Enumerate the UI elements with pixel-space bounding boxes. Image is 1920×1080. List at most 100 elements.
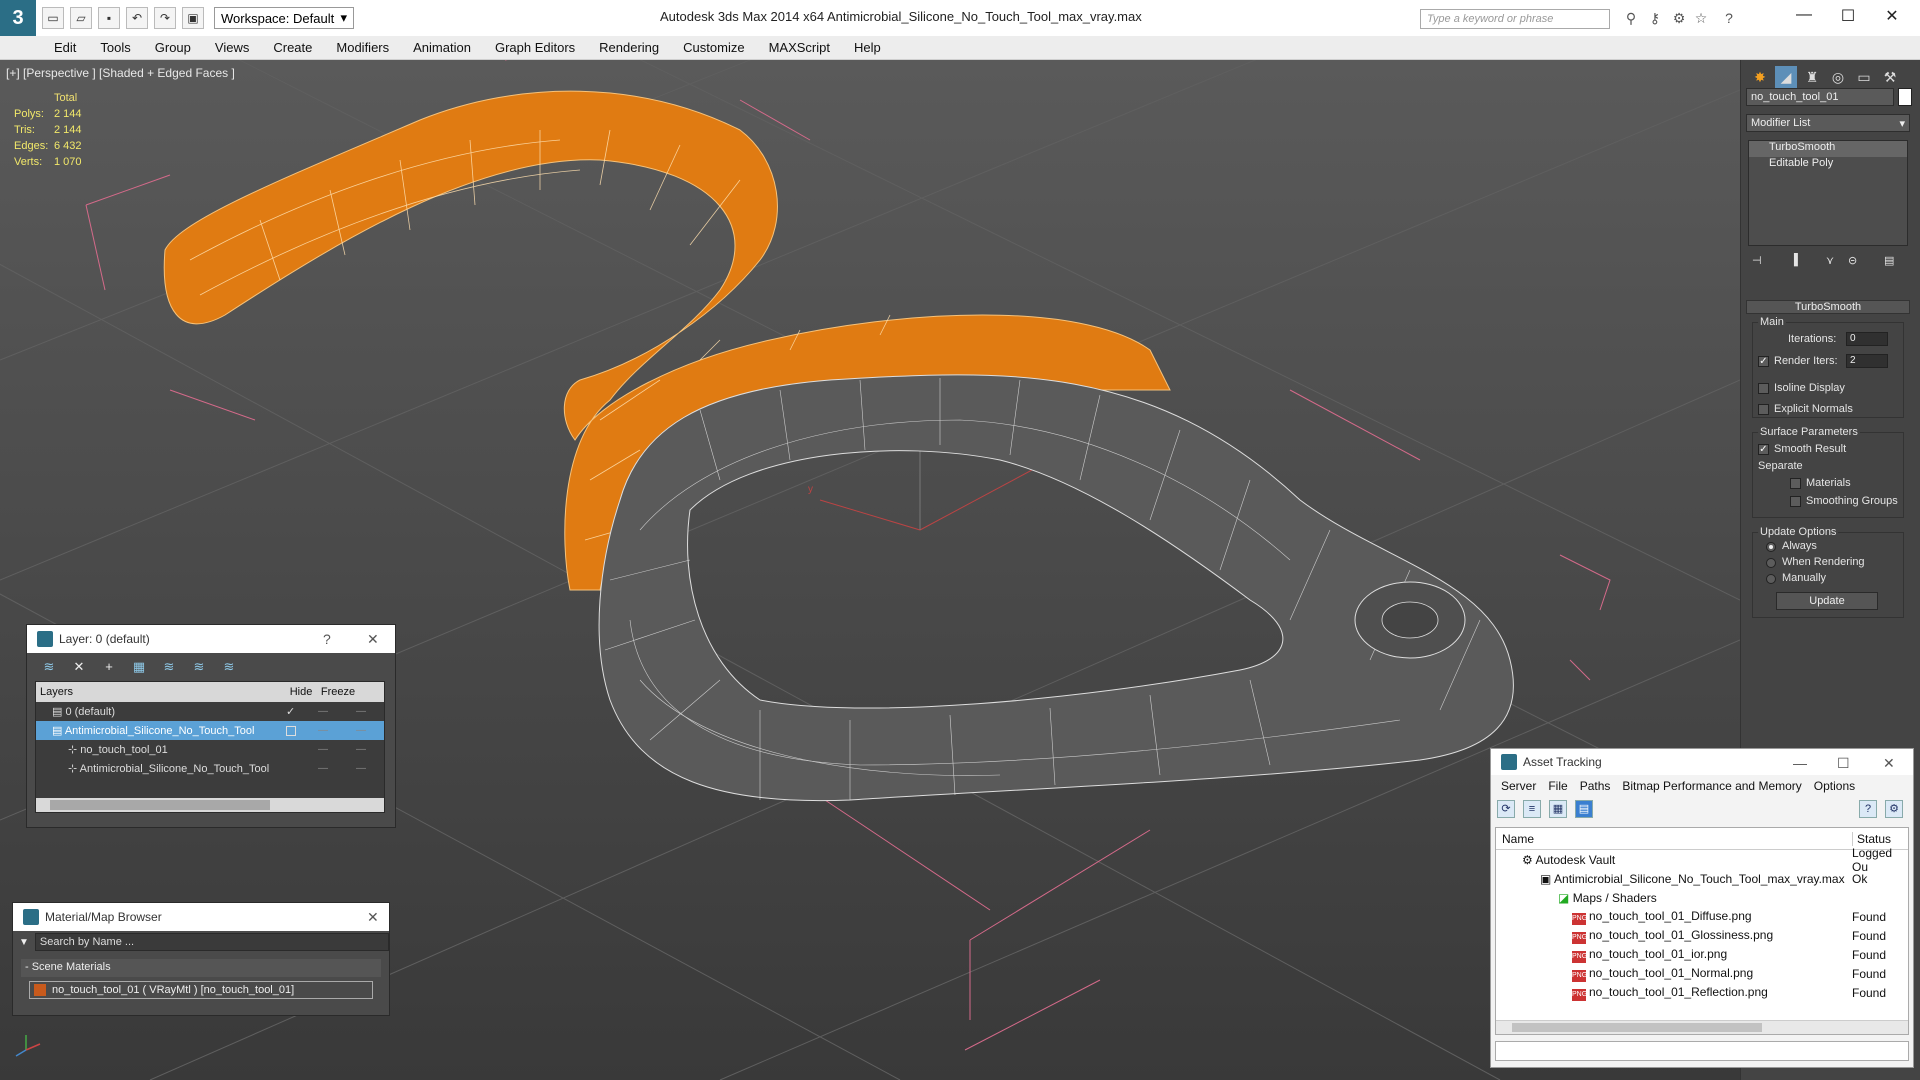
- close-button[interactable]: ✕: [1870, 6, 1914, 28]
- asset-row[interactable]: PNG no_touch_tool_01_Reflection.png Found: [1496, 983, 1908, 1002]
- modifier-list-dropdown[interactable]: Modifier List ▾: [1746, 114, 1910, 132]
- close-icon[interactable]: ✕: [367, 631, 379, 648]
- configure-sets-icon[interactable]: ▤: [1884, 254, 1894, 267]
- key-icon[interactable]: ⚷: [1646, 10, 1664, 28]
- horizontal-scrollbar[interactable]: [36, 798, 384, 812]
- hide-toggle[interactable]: —: [318, 706, 328, 717]
- menu-graph-editors[interactable]: Graph Editors: [495, 40, 575, 55]
- asset-tracking-titlebar[interactable]: Asset Tracking — ☐ ✕: [1491, 749, 1913, 775]
- material-search-input[interactable]: Search by Name ...: [34, 933, 389, 951]
- asset-menu-bitmap[interactable]: Bitmap Performance and Memory: [1622, 779, 1801, 793]
- asset-row[interactable]: ▣ Antimicrobial_Silicone_No_Touch_Tool_m…: [1496, 869, 1908, 888]
- open-file-icon[interactable]: ▱: [70, 7, 92, 29]
- add-to-layer-icon[interactable]: +: [99, 657, 119, 677]
- layer-row[interactable]: ▤ 0 (default) ✓ — —: [36, 702, 384, 721]
- freeze-toggle[interactable]: —: [356, 725, 366, 736]
- binoculars-icon[interactable]: ⚲: [1622, 10, 1640, 28]
- delete-layer-icon[interactable]: ✕: [69, 657, 89, 677]
- material-item[interactable]: no_touch_tool_01 ( VRayMtl ) [no_touch_t…: [29, 981, 373, 999]
- minimize-icon[interactable]: —: [1793, 755, 1807, 771]
- asset-row[interactable]: PNG no_touch_tool_01_Diffuse.png Found: [1496, 907, 1908, 926]
- modify-tab-icon[interactable]: ◢: [1775, 66, 1797, 88]
- undo-icon[interactable]: ↶: [126, 7, 148, 29]
- help-icon[interactable]: ?: [1859, 800, 1877, 818]
- manually-radio[interactable]: [1766, 574, 1776, 584]
- list-view-icon[interactable]: ≡: [1523, 800, 1541, 818]
- layer-row[interactable]: ⊹ Antimicrobial_Silicone_No_Touch_Tool —…: [36, 759, 384, 778]
- workspace-dropdown[interactable]: Workspace: Default ▾: [214, 7, 354, 29]
- stack-item-editable-poly[interactable]: Editable Poly: [1749, 157, 1907, 173]
- close-icon[interactable]: ✕: [367, 909, 379, 926]
- help-icon[interactable]: ?: [1720, 10, 1738, 28]
- asset-menu-paths[interactable]: Paths: [1580, 779, 1611, 793]
- menu-maxscript[interactable]: MAXScript: [769, 40, 830, 55]
- material-browser-titlebar[interactable]: Material/Map Browser ✕: [13, 903, 389, 931]
- freeze-toggle[interactable]: —: [356, 744, 366, 755]
- create-tab-icon[interactable]: ✸: [1749, 66, 1771, 88]
- close-icon[interactable]: ✕: [1883, 755, 1895, 772]
- asset-menu-options[interactable]: Options: [1814, 779, 1855, 793]
- new-layer-icon[interactable]: ≋: [39, 657, 59, 677]
- menu-edit[interactable]: Edit: [54, 40, 76, 55]
- object-name-field[interactable]: no_touch_tool_01: [1746, 88, 1894, 106]
- menu-create[interactable]: Create: [273, 40, 312, 55]
- options-dropdown-icon[interactable]: ▼: [19, 937, 29, 948]
- col-status[interactable]: Status: [1852, 831, 1891, 846]
- highlight-selected-icon[interactable]: ≋: [159, 657, 179, 677]
- asset-row[interactable]: PNG no_touch_tool_01_ior.png Found: [1496, 945, 1908, 964]
- menu-views[interactable]: Views: [215, 40, 249, 55]
- menu-tools[interactable]: Tools: [100, 40, 130, 55]
- asset-row[interactable]: ◪ Maps / Shaders: [1496, 888, 1908, 907]
- settings-icon[interactable]: ⚙: [1885, 800, 1903, 818]
- hide-toggle[interactable]: —: [318, 725, 328, 736]
- asset-row[interactable]: PNG no_touch_tool_01_Normal.png Found: [1496, 964, 1908, 983]
- viewport-label[interactable]: [+] [Perspective ] [Shaded + Edged Faces…: [6, 66, 235, 80]
- asset-row[interactable]: PNG no_touch_tool_01_Glossiness.png Found: [1496, 926, 1908, 945]
- project-folder-icon[interactable]: ▣: [182, 7, 204, 29]
- freeze-toggle[interactable]: —: [356, 706, 366, 717]
- render-iters-checkbox[interactable]: ✓: [1758, 356, 1769, 367]
- exchange-icon[interactable]: ⚙: [1670, 10, 1688, 28]
- iterations-spinner[interactable]: 0: [1846, 332, 1888, 346]
- hide-toggle[interactable]: —: [318, 744, 328, 755]
- asset-row[interactable]: ⚙ Autodesk Vault Logged Ou: [1496, 846, 1908, 874]
- menu-group[interactable]: Group: [155, 40, 191, 55]
- object-color-swatch[interactable]: [1898, 88, 1912, 106]
- pin-stack-icon[interactable]: ⊣: [1752, 254, 1762, 267]
- when-rendering-radio[interactable]: [1766, 558, 1776, 568]
- isoline-display-checkbox[interactable]: [1758, 383, 1769, 394]
- explicit-normals-checkbox[interactable]: [1758, 404, 1769, 415]
- hide-all-icon[interactable]: ≋: [189, 657, 209, 677]
- show-end-result-icon[interactable]: ▐: [1790, 254, 1798, 266]
- smooth-result-checkbox[interactable]: ✓: [1758, 444, 1769, 455]
- smoothing-groups-checkbox[interactable]: [1790, 496, 1801, 507]
- col-freeze[interactable]: Freeze: [318, 686, 358, 698]
- star-icon[interactable]: ☆: [1692, 10, 1710, 28]
- thumbnail-view-icon[interactable]: ▦: [1549, 800, 1567, 818]
- asset-menu-file[interactable]: File: [1548, 779, 1567, 793]
- modifier-stack[interactable]: TurboSmooth Editable Poly: [1748, 140, 1908, 246]
- render-iters-spinner[interactable]: 2: [1846, 354, 1888, 368]
- refresh-icon[interactable]: ⟳: [1497, 800, 1515, 818]
- display-tab-icon[interactable]: ▭: [1853, 66, 1875, 88]
- remove-modifier-icon[interactable]: ⊝: [1848, 254, 1857, 267]
- menu-animation[interactable]: Animation: [413, 40, 471, 55]
- redo-icon[interactable]: ↷: [154, 7, 176, 29]
- new-file-icon[interactable]: ▭: [42, 7, 64, 29]
- turbosmooth-rollout-title[interactable]: TurboSmooth: [1746, 300, 1910, 314]
- col-name[interactable]: Name: [1496, 832, 1534, 846]
- scene-materials-header[interactable]: - Scene Materials: [21, 959, 381, 977]
- asset-path-field[interactable]: [1495, 1041, 1909, 1061]
- hierarchy-tab-icon[interactable]: ♜: [1801, 66, 1823, 88]
- asset-horizontal-scrollbar[interactable]: [1496, 1020, 1908, 1034]
- scrollbar-thumb[interactable]: [1512, 1023, 1762, 1032]
- menu-help[interactable]: Help: [854, 40, 881, 55]
- table-view-icon[interactable]: ▤: [1575, 800, 1593, 818]
- stack-item-turbosmooth[interactable]: TurboSmooth: [1749, 141, 1907, 157]
- materials-checkbox[interactable]: [1790, 478, 1801, 489]
- hide-toggle[interactable]: —: [318, 763, 328, 774]
- asset-menu-server[interactable]: Server: [1501, 779, 1536, 793]
- always-radio[interactable]: [1766, 542, 1776, 552]
- help-icon[interactable]: ?: [323, 631, 331, 647]
- update-button[interactable]: Update: [1776, 592, 1878, 610]
